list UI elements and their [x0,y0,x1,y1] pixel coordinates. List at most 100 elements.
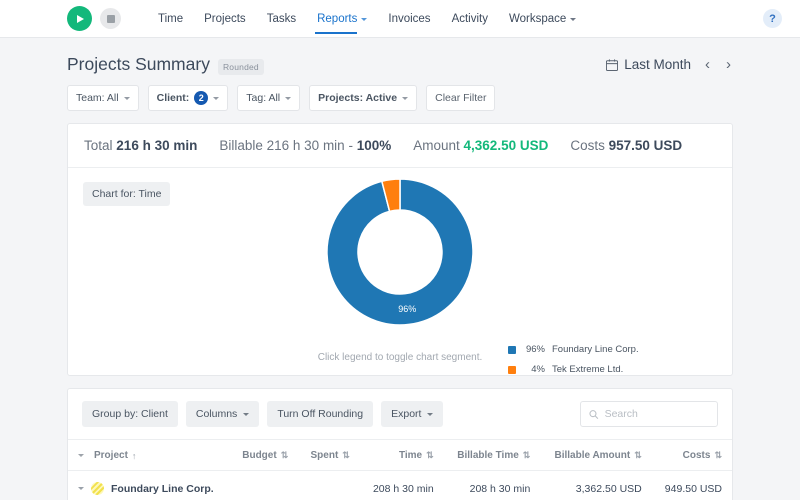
tool-button-turn-off-rounding[interactable]: Turn Off Rounding [267,401,374,427]
column-header-label: Spent [310,449,339,461]
search-icon [589,409,599,419]
page-body: Projects Summary Rounded Last Month ‹ › … [0,38,800,500]
stat-billable-label: Billable [219,138,263,153]
nav-item-projects[interactable]: Projects [204,3,246,34]
nav-item-reports[interactable]: Reports [315,3,368,34]
prev-period-button[interactable]: ‹ [703,57,712,72]
cell-costs: 949.50 USD [651,470,732,500]
nav-item-label: Time [158,13,184,25]
sort-indicator-icon: ⇅ [714,449,722,460]
chevron-down-icon [285,96,292,100]
project-name: Foundary Line Corp. [111,482,214,495]
tool-button-columns[interactable]: Columns [185,401,260,427]
cell-billable-time: 208 h 30 min [443,470,541,500]
page-title: Projects Summary [67,54,210,74]
filter-chip-label: Projects: Active [318,92,398,104]
filter-chip-client[interactable]: Client: 2 [147,85,229,111]
sort-indicator-icon: ⇅ [426,449,434,460]
donut-chart-svg[interactable]: 96% [324,176,476,328]
chevron-down-icon [123,96,130,100]
play-triangle-icon [77,14,84,23]
stat-total-value: 216 h 30 min [116,138,198,153]
cell-budget [229,470,299,500]
client-color-dot [91,482,104,495]
filter-chip-tag-all[interactable]: Tag: All [237,85,301,111]
stop-icon[interactable] [100,8,121,29]
summary-chart-card: Total 216 h 30 min Billable 216 h 30 min… [67,123,733,376]
cell-time: 208 h 30 min [359,470,444,500]
nav-item-label: Tasks [266,13,297,25]
chevron-down-icon [402,96,409,100]
summary-stats: Total 216 h 30 min Billable 216 h 30 min… [68,124,732,168]
stat-amount-label: Amount [413,138,460,153]
filter-chip-label: Clear Filter [435,92,487,104]
chevron-down-icon [213,96,220,100]
table-toolbar: Group by: Client Columns Turn Off Rounding… [68,389,732,439]
tool-button-group-by-client[interactable]: Group by: Client [82,401,178,427]
tool-button-label: Columns [195,408,238,420]
donut-slice-label: 96% [398,304,416,314]
nav-item-activity[interactable]: Activity [452,3,488,34]
column-header-label: Costs [682,449,711,461]
column-header-billable-time[interactable]: Billable Time ⇅ [443,439,541,471]
column-header-label: Budget [242,449,277,461]
chart-area: Chart for: Time 96% 96% Foundary Line Cor… [68,168,732,375]
nav-item-label: Workspace [508,13,567,25]
sort-indicator-icon: ⇅ [280,449,289,460]
search-box[interactable] [580,401,718,427]
date-range-label: Last Month [624,57,691,72]
date-range-picker[interactable]: Last Month [606,57,691,72]
filter-chip-projects-active[interactable]: Projects: Active [309,85,418,111]
projects-table: Project ↑ Budget ⇅ Spent ⇅ Time ⇅ Billable Time ⇅… [68,439,732,500]
nav-item-tasks[interactable]: Tasks [267,3,296,34]
stat-billable-value: 216 h 30 min - [266,138,357,153]
stat-costs-label: Costs [570,138,605,153]
next-period-button[interactable]: › [724,57,733,72]
column-header-budget[interactable]: Budget ⇅ [229,439,299,471]
expand-all-icon[interactable] [78,454,84,457]
table-tool-buttons: Group by: Client Columns Turn Off Rounding… [82,401,444,427]
legend-item[interactable]: 4% Tek Extreme Ltd. [508,364,639,375]
stat-billable: Billable 216 h 30 min - 100% [219,138,391,153]
chevron-down-icon [361,17,368,21]
nav-item-workspace[interactable]: Workspace [508,3,577,34]
main-nav: Time Projects Tasks Reports Invoices Activity… [158,3,577,34]
play-icon[interactable] [67,6,92,31]
filter-chip-team-all[interactable]: Team: All [67,85,139,111]
column-header-label: Project [94,450,128,461]
nav-item-invoices[interactable]: Invoices [388,3,430,34]
tool-button-label: Turn Off Rounding [277,408,364,420]
table-header-row: Project ↑ Budget ⇅ Spent ⇅ Time ⇅ Billable Time ⇅… [68,439,732,471]
table-row[interactable]: Foundary Line Corp. 208 h 30 min 208 h 30 … [68,470,732,500]
column-header-billable-amount[interactable]: Billable Amount ⇅ [540,439,652,471]
calendar-icon [606,58,619,71]
legend-percent: 4% [531,364,545,375]
stat-amount-value: 4,362.50 USD [463,138,549,153]
column-header-costs[interactable]: Costs ⇅ [651,439,732,471]
search-input[interactable] [604,408,709,420]
column-header-spent[interactable]: Spent ⇅ [298,439,360,471]
stat-total-label: Total [84,138,113,153]
rounded-badge: Rounded [217,59,264,75]
date-range-nav: Last Month ‹ › [606,57,733,72]
stat-billable-pct: 100% [356,138,392,153]
column-header-time[interactable]: Time ⇅ [359,439,444,471]
chevron-down-icon [243,412,250,416]
nav-item-time[interactable]: Time [158,3,183,34]
filter-chip-clear-filter[interactable]: Clear Filter [426,85,496,111]
column-header-label: Billable Amount [554,449,631,461]
row-expand-icon[interactable] [78,487,84,490]
filter-bar: Team: All Client: 2 Tag: All Projects: Activ… [67,85,733,123]
legend-label: Tek Extreme Ltd. [552,364,624,375]
sort-indicator-icon: ↑ [131,450,137,461]
donut-chart: 96% [255,176,545,328]
stat-costs: Costs 957.50 USD [570,138,682,153]
help-icon[interactable]: ? [763,9,782,28]
nav-item-label: Invoices [388,13,431,25]
column-header-project[interactable]: Project ↑ [68,439,230,471]
tool-button-export[interactable]: Export [381,401,444,427]
cell-project: Foundary Line Corp. [68,470,230,500]
stat-amount: Amount 4,362.50 USD [413,138,548,153]
cell-billable-amount: 3,362.50 USD [540,470,652,500]
brand-timer-controls [67,6,121,31]
